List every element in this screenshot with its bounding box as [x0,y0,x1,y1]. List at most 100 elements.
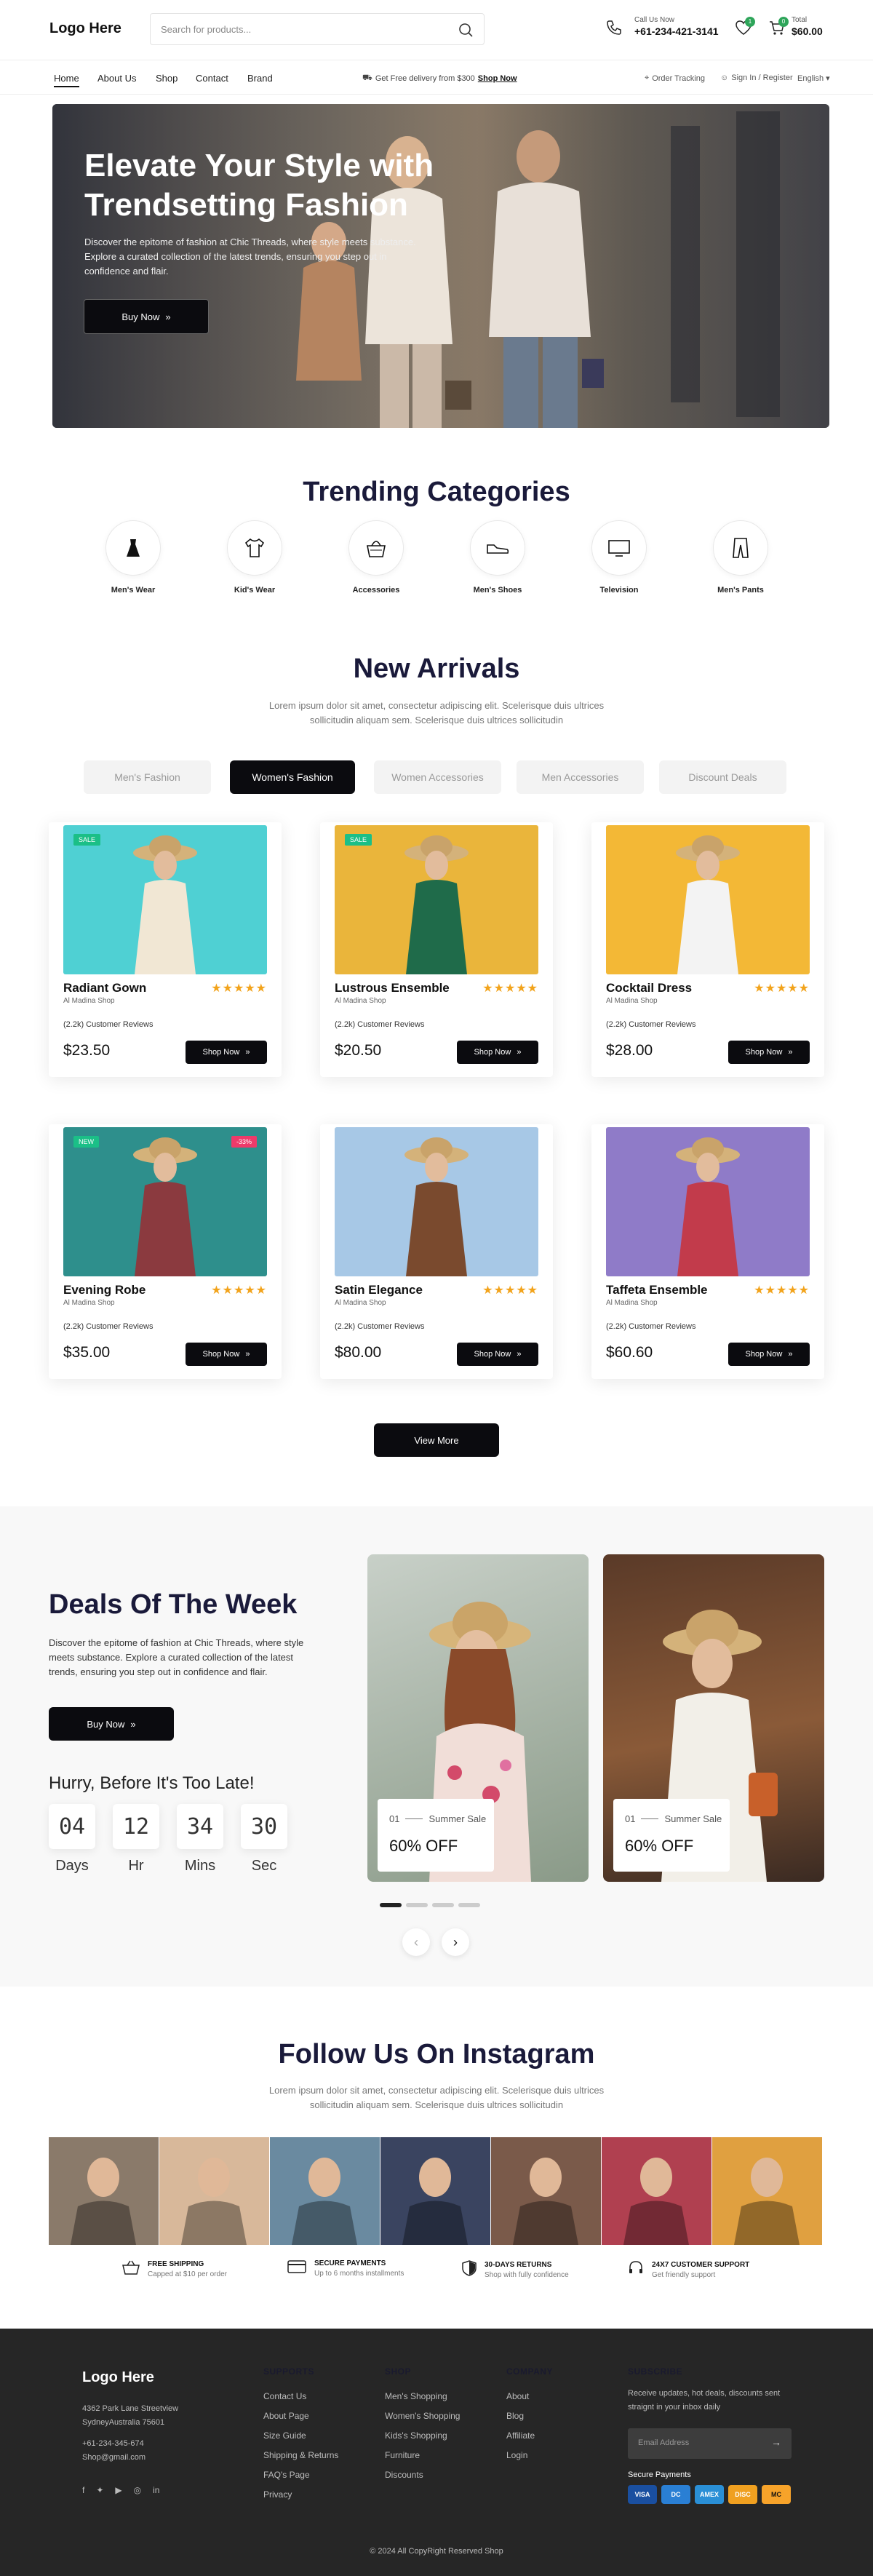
footer-link[interactable]: Login [506,2446,553,2465]
shop-now-button[interactable]: Shop Now » [186,1343,267,1366]
product-image[interactable] [606,825,810,974]
product-image[interactable]: SALE [63,825,267,974]
category-television[interactable]: Television [575,520,663,595]
tab-discount-deals[interactable]: Discount Deals [659,760,786,794]
product-name[interactable]: Cocktail Dress [606,981,692,995]
language-select[interactable]: English ▾ [797,73,830,83]
email-field[interactable]: Email Address → [628,2428,792,2459]
product-name[interactable]: Taffeta Ensemble [606,1283,708,1297]
product-card[interactable]: SALE Radiant Gown Al Madina Shop ★★★★★ (… [49,822,282,1077]
sign-in-link[interactable]: ☺ Sign In / Register [720,73,793,82]
footer-link[interactable]: Affiliate [506,2426,553,2446]
product-card[interactable]: Cocktail Dress Al Madina Shop ★★★★★ (2.2… [591,822,824,1077]
shop-now-button[interactable]: Shop Now » [728,1343,810,1366]
product-image[interactable]: NEW -33% [63,1127,267,1276]
product-image[interactable]: SALE [335,825,538,974]
deals-buy-button[interactable]: Buy Now » [49,1707,174,1741]
product-card[interactable]: SALE Lustrous Ensemble Al Madina Shop ★★… [320,822,553,1077]
instagram-icon[interactable]: ◎ [134,2485,141,2495]
footer-link[interactable]: Men's Shopping [385,2387,460,2406]
carousel-next-button[interactable]: › [442,1928,469,1956]
instagram-tile[interactable] [49,2137,159,2245]
cart-icon[interactable]: 0 [768,17,789,39]
carousel-prev-button[interactable]: ‹ [402,1928,430,1956]
tab-men-accessories[interactable]: Men Accessories [517,760,644,794]
search-bar[interactable]: Search for products... [150,13,485,45]
deal-card[interactable]: 01 Summer Sale 60% OFF [367,1554,589,1882]
footer-link[interactable]: Furniture [385,2446,460,2465]
category-kids-wear[interactable]: Kid's Wear [211,520,298,595]
footer-link[interactable]: FAQ's Page [263,2465,338,2485]
heart-icon[interactable]: 1 [735,17,755,39]
arrow-right-icon[interactable]: → [771,2436,781,2448]
product-card[interactable]: Satin Elegance Al Madina Shop ★★★★★ (2.2… [320,1124,553,1379]
nav-shop[interactable]: Shop [156,73,178,84]
nav-home[interactable]: Home [54,73,79,87]
footer-link[interactable]: Privacy [263,2485,338,2505]
instagram-tile[interactable] [159,2137,269,2245]
footer-link[interactable]: Kids's Shopping [385,2426,460,2446]
product-name[interactable]: Lustrous Ensemble [335,981,450,995]
hero-buy-button[interactable]: Buy Now » [84,299,209,334]
tab-mens-fashion[interactable]: Men's Fashion [84,760,211,794]
instagram-tile[interactable] [270,2137,380,2245]
footer-link[interactable]: Women's Shopping [385,2406,460,2426]
instagram-tile[interactable] [491,2137,601,2245]
linkedin-icon[interactable]: in [153,2485,159,2495]
category-accessories[interactable]: Accessories [332,520,420,595]
shop-now-button[interactable]: Shop Now » [457,1041,538,1064]
promo-link[interactable]: Shop Now [478,74,517,83]
instagram-tile[interactable] [712,2137,822,2245]
carousel-dot[interactable] [458,1903,480,1907]
instagram-tile[interactable] [380,2137,490,2245]
product-name[interactable]: Evening Robe [63,1283,146,1297]
footer-email[interactable]: Shop@gmail.com [82,2451,178,2465]
category-label: Men's Pants [717,586,764,595]
shop-now-button[interactable]: Shop Now » [186,1041,267,1064]
tab-womens-fashion[interactable]: Women's Fashion [230,760,355,794]
footer-link[interactable]: Discounts [385,2465,460,2485]
chevron-right-icon: » [788,1350,793,1359]
product-card[interactable]: NEW -33% Evening Robe Al Madina Shop ★★★★… [49,1124,282,1379]
deal-card[interactable]: 01 Summer Sale 60% OFF [603,1554,824,1882]
carousel-dot-active[interactable] [380,1903,402,1907]
youtube-icon[interactable]: ▶ [115,2485,121,2495]
shop-now-button[interactable]: Shop Now » [457,1343,538,1366]
footer-link[interactable]: About Page [263,2406,338,2426]
product-name[interactable]: Radiant Gown [63,981,146,995]
search-icon[interactable] [458,22,474,41]
product-image[interactable] [606,1127,810,1276]
footer-link[interactable]: About [506,2387,553,2406]
category-mens-wear[interactable]: Men's Wear [89,520,177,595]
twitter-icon[interactable]: ✦ [96,2485,103,2495]
footer-logo[interactable]: Logo Here [82,2369,154,2386]
cart-total[interactable]: Total $60.00 [792,16,823,37]
instagram-tile[interactable] [602,2137,711,2245]
countdown-value: 30 [241,1804,287,1849]
logo[interactable]: Logo Here [49,20,121,37]
product-image[interactable] [335,1127,538,1276]
search-placeholder[interactable]: Search for products... [161,24,251,35]
tab-women-accessories[interactable]: Women Accessories [374,760,501,794]
category-mens-pants[interactable]: Men's Pants [697,520,784,595]
product-card[interactable]: Taffeta Ensemble Al Madina Shop ★★★★★ (2… [591,1124,824,1379]
email-placeholder[interactable]: Email Address [638,2438,689,2447]
phone-number[interactable]: +61-234-421-3141 [634,25,719,37]
footer-phone[interactable]: +61-234-345-674 [82,2437,178,2451]
footer-link[interactable]: Blog [506,2406,553,2426]
footer-link[interactable]: Contact Us [263,2387,338,2406]
shop-now-button[interactable]: Shop Now » [728,1041,810,1064]
footer-link[interactable]: Size Guide [263,2426,338,2446]
footer-subscribe: SUBSCRIBE Receive updates, hot deals, di… [628,2366,795,2414]
product-name[interactable]: Satin Elegance [335,1283,423,1297]
carousel-dot[interactable] [432,1903,454,1907]
category-mens-shoes[interactable]: Men's Shoes [454,520,541,595]
facebook-icon[interactable]: f [82,2485,84,2495]
nav-contact[interactable]: Contact [196,73,228,84]
footer-link[interactable]: Shipping & Returns [263,2446,338,2465]
carousel-dot[interactable] [406,1903,428,1907]
nav-about[interactable]: About Us [97,73,136,84]
view-more-button[interactable]: View More [374,1423,499,1457]
order-tracking[interactable]: ⌖ Order Tracking [645,73,705,83]
nav-brand[interactable]: Brand [247,73,273,84]
